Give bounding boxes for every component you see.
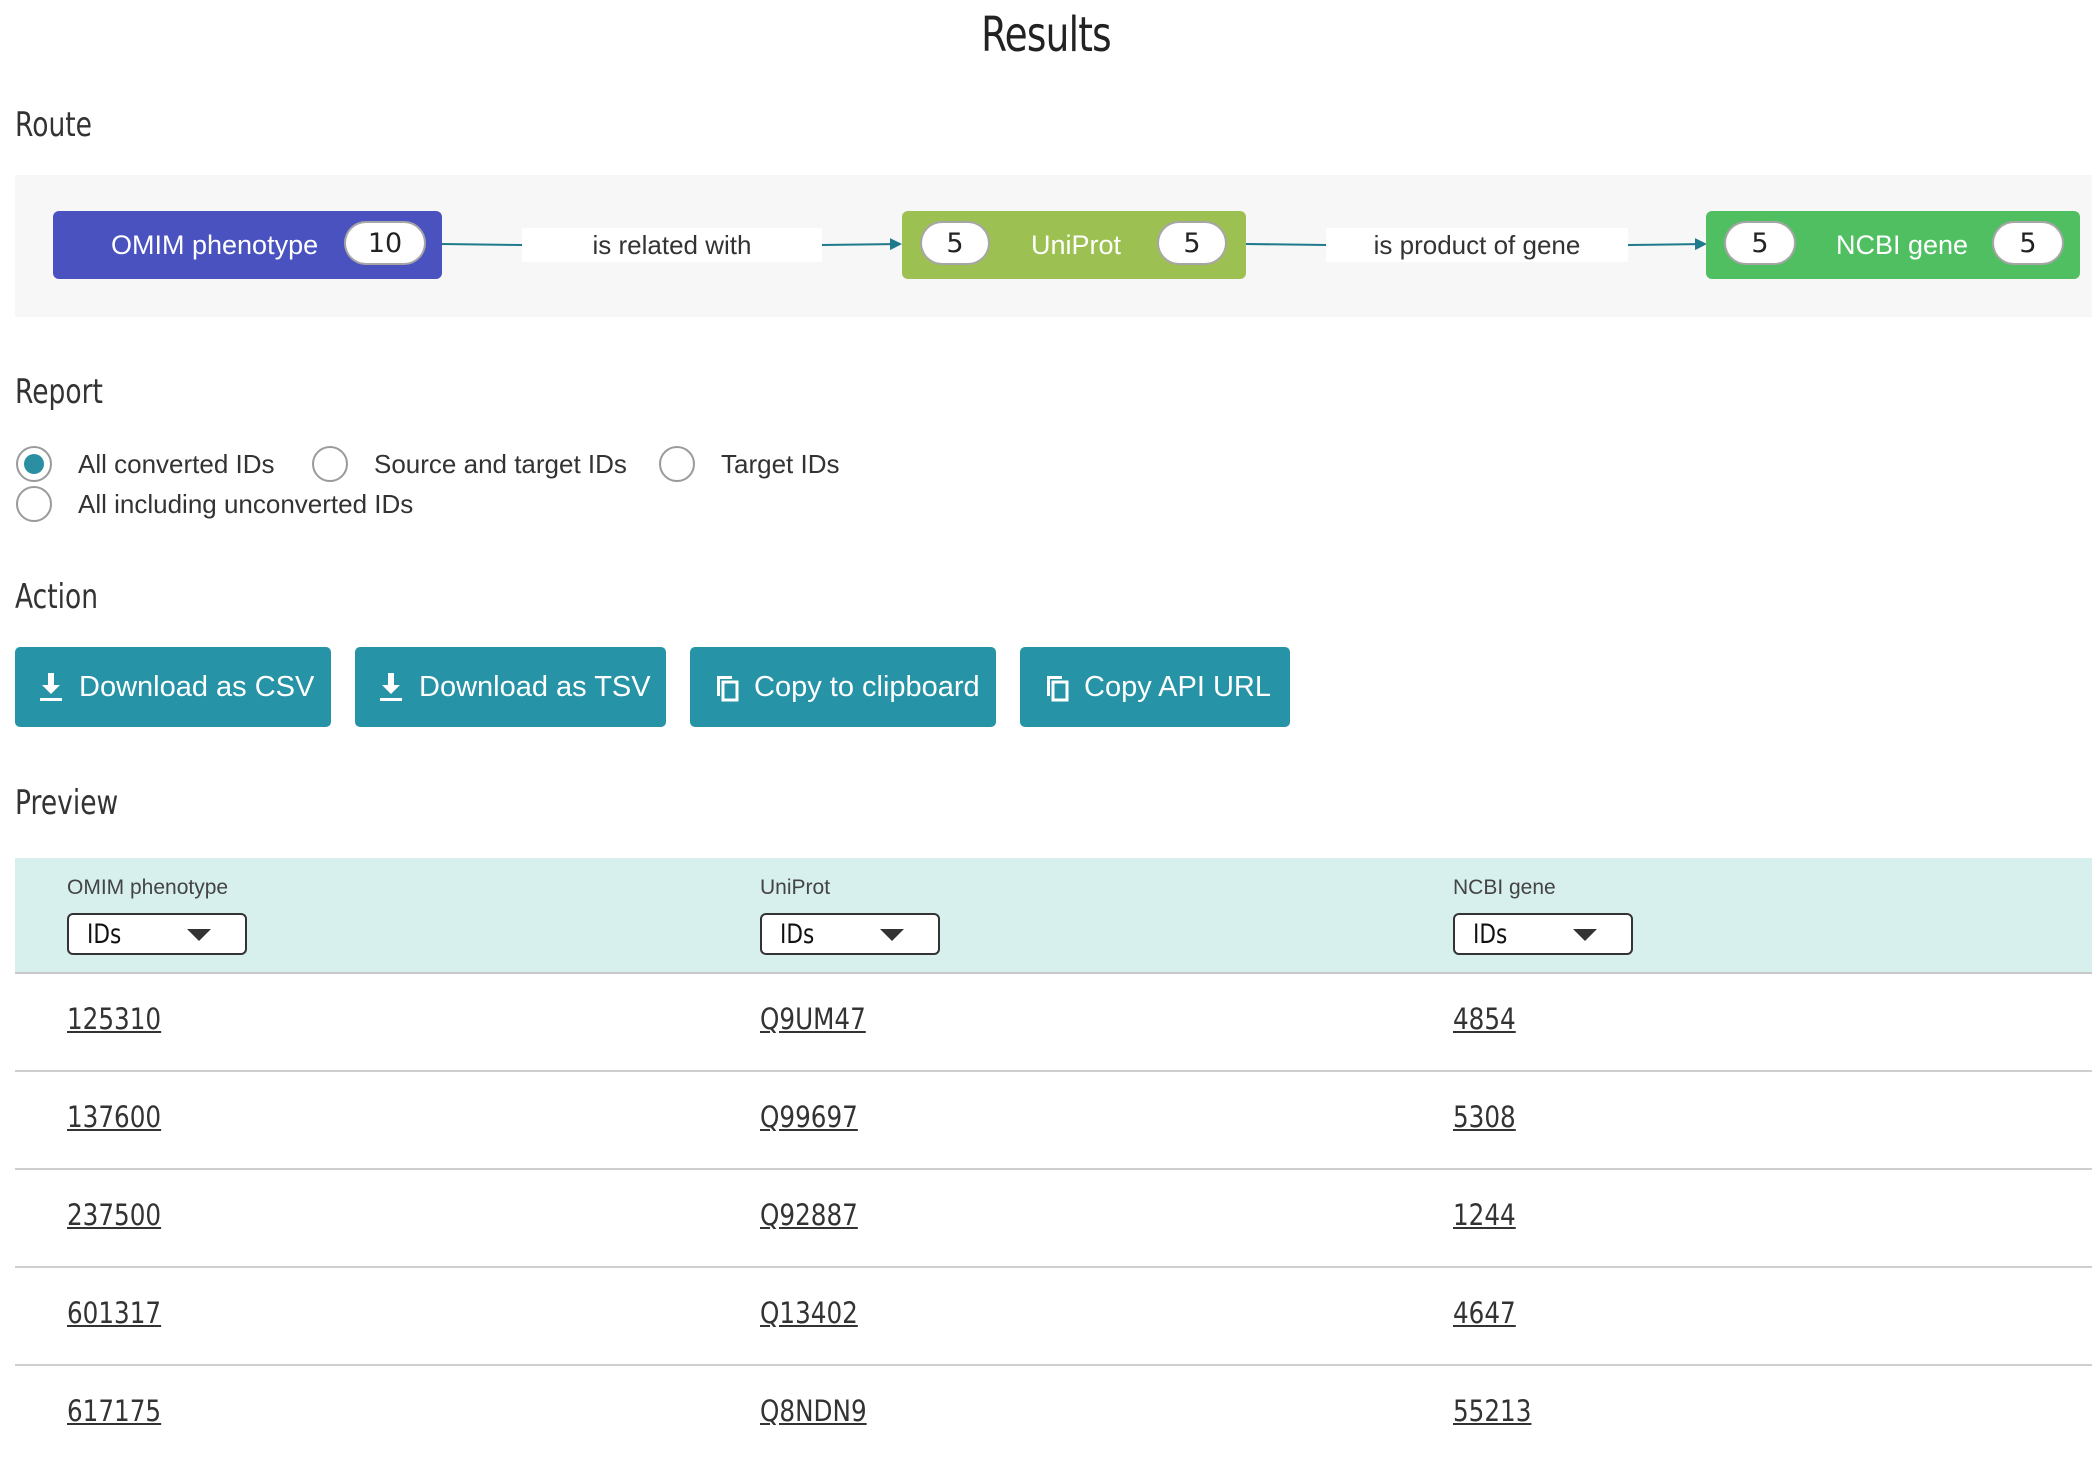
radio-button[interactable] — [659, 446, 695, 482]
column-select-omim-phenotype[interactable]: IDs — [67, 913, 247, 955]
edge-line-1a — [441, 243, 523, 246]
uniprot-id-link[interactable]: Q9UM47 — [760, 1002, 866, 1036]
node-count-badge: 10 — [344, 221, 426, 265]
node-count-badge: 5 — [1992, 221, 2064, 265]
action-heading: Action — [15, 577, 99, 617]
radio-label: All converted IDs — [78, 448, 275, 479]
radio-button[interactable] — [16, 446, 52, 482]
copy-icon — [717, 676, 739, 702]
edge-line-2b — [1627, 238, 1707, 251]
download-tsv-button[interactable]: Download as TSV — [355, 647, 666, 727]
report-heading: Report — [15, 372, 103, 412]
ncbi-gene-id-link[interactable]: 4647 — [1453, 1296, 1516, 1330]
radio-button[interactable] — [312, 446, 348, 482]
uniprot-id-link[interactable]: Q92887 — [760, 1198, 858, 1232]
select-value: IDs — [1473, 918, 1508, 950]
node-count-badge: 5 — [920, 221, 990, 265]
column-title-uniprot: UniProt — [760, 876, 831, 899]
ncbi-gene-id-link[interactable]: 5308 — [1453, 1100, 1516, 1134]
table-row: 601317 Q13402 4647 — [15, 1268, 2092, 1366]
copy-api-url-button[interactable]: Copy API URL — [1020, 647, 1290, 727]
column-select-ncbi-gene[interactable]: IDs — [1453, 913, 1633, 955]
copy-to-clipboard-button[interactable]: Copy to clipboard — [690, 647, 996, 727]
table-row: 137600 Q99697 5308 — [15, 1072, 2092, 1170]
button-label: Download as TSV — [419, 670, 651, 703]
radio-all-converted-ids[interactable]: All converted IDs — [16, 446, 275, 482]
omim-id-link[interactable]: 137600 — [67, 1100, 161, 1134]
route-node-ncbi-gene: 5 NCBI gene 5 — [1706, 211, 2080, 279]
column-select-uniprot[interactable]: IDs — [760, 913, 940, 955]
route-node-label: OMIM phenotype — [111, 229, 319, 260]
download-icon — [380, 673, 402, 701]
table-row: 125310 Q9UM47 4854 — [15, 974, 2092, 1072]
radio-target-ids[interactable]: Target IDs — [659, 446, 840, 482]
select-value: IDs — [87, 918, 122, 950]
caret-down-icon — [187, 929, 211, 941]
uniprot-id-link[interactable]: Q99697 — [760, 1100, 858, 1134]
omim-id-link[interactable]: 237500 — [67, 1198, 161, 1232]
route-connectors — [441, 238, 1707, 251]
uniprot-id-link[interactable]: Q13402 — [760, 1296, 858, 1330]
column-title-omim-phenotype: OMIM phenotype — [67, 876, 229, 899]
preview-table-header: OMIM phenotype IDs UniProt IDs NCBI gene… — [15, 858, 2092, 974]
table-row: 617175 Q8NDN9 55213 — [15, 1366, 2092, 1464]
omim-id-link[interactable]: 617175 — [67, 1394, 161, 1428]
ncbi-gene-id-link[interactable]: 1244 — [1453, 1198, 1516, 1232]
edge-line-2a — [1245, 243, 1327, 246]
caret-down-icon — [880, 929, 904, 941]
table-row: 237500 Q92887 1244 — [15, 1170, 2092, 1268]
node-count-badge: 5 — [1724, 221, 1796, 265]
route-node-label: NCBI gene — [1836, 229, 1969, 260]
route-edge-label-1: is related with — [522, 228, 822, 262]
route-node-omim-phenotype: OMIM phenotype 10 — [53, 211, 442, 279]
radio-all-including-unconverted-ids[interactable]: All including unconverted IDs — [16, 486, 413, 522]
preview-heading: Preview — [15, 783, 119, 823]
edge-line-1b — [821, 238, 902, 251]
caret-down-icon — [1573, 929, 1597, 941]
column-title-ncbi-gene: NCBI gene — [1453, 876, 1556, 899]
copy-icon — [1047, 676, 1069, 702]
uniprot-id-link[interactable]: Q8NDN9 — [760, 1394, 867, 1428]
ncbi-gene-id-link[interactable]: 55213 — [1453, 1394, 1531, 1428]
route-node-label: UniProt — [1031, 229, 1122, 260]
route-edge-label-2: is product of gene — [1326, 228, 1628, 262]
select-value: IDs — [780, 918, 815, 950]
radio-source-and-target-ids[interactable]: Source and target IDs — [312, 446, 627, 482]
download-csv-button[interactable]: Download as CSV — [15, 647, 331, 727]
node-count-badge: 5 — [1157, 221, 1227, 265]
radio-label: Source and target IDs — [374, 448, 627, 479]
button-label: Copy to clipboard — [754, 670, 980, 703]
button-label: Download as CSV — [79, 670, 315, 703]
omim-id-link[interactable]: 125310 — [67, 1002, 161, 1036]
omim-id-link[interactable]: 601317 — [67, 1296, 161, 1330]
ncbi-gene-id-link[interactable]: 4854 — [1453, 1002, 1516, 1036]
download-icon — [40, 673, 62, 701]
route-node-uniprot: 5 UniProt 5 — [902, 211, 1246, 279]
radio-label: Target IDs — [721, 448, 840, 479]
radio-label: All including unconverted IDs — [78, 488, 414, 519]
button-label: Copy API URL — [1084, 670, 1271, 703]
radio-button[interactable] — [16, 486, 52, 522]
